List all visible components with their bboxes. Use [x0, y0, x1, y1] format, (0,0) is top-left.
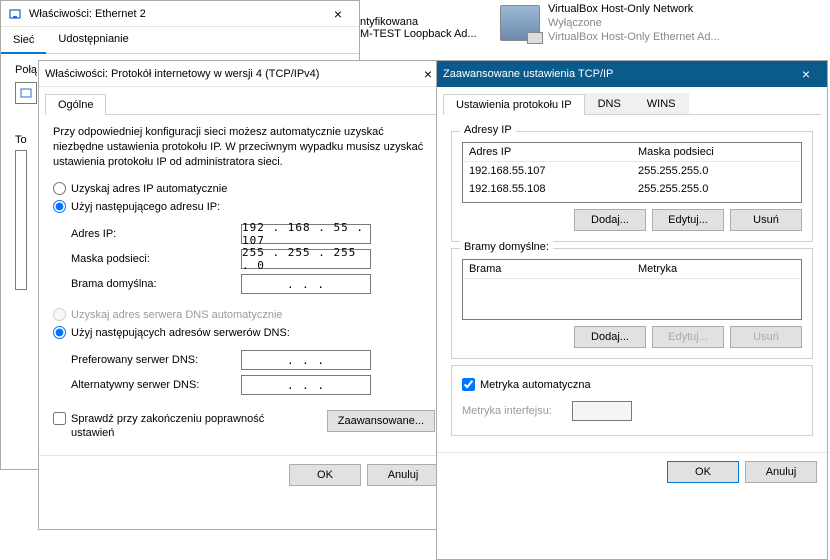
- titlebar[interactable]: Właściwości: Ethernet 2 ×: [1, 1, 359, 27]
- delete-ip-button[interactable]: Usuń: [730, 209, 802, 231]
- tabs: Ustawienia protokołu IP DNS WINS: [443, 93, 821, 115]
- add-gw-button[interactable]: Dodaj...: [574, 326, 646, 348]
- cancel-button[interactable]: Anuluj: [367, 464, 439, 486]
- network-connection-item[interactable]: ntyfikowana M-TEST Loopback Ad... Virtua…: [500, 2, 820, 44]
- ipv4-properties-window: Właściwości: Protokół internetowy w wers…: [38, 60, 450, 530]
- label-mask: Maska podsieci:: [71, 253, 241, 265]
- group-label: Adresy IP: [460, 124, 516, 136]
- tabs: Ogólne: [45, 93, 443, 115]
- radio-dns-auto: Uzyskaj adres serwera DNS automatycznie: [53, 308, 283, 321]
- components-list-partial[interactable]: [15, 150, 27, 290]
- add-ip-button[interactable]: Dodaj...: [574, 209, 646, 231]
- window-title: Właściwości: Ethernet 2: [29, 8, 323, 20]
- ok-button[interactable]: OK: [289, 464, 361, 486]
- input-mask[interactable]: 255 . 255 . 255 . 0: [241, 249, 371, 269]
- tab-dns[interactable]: DNS: [585, 93, 634, 114]
- network-adapter-icon: [500, 5, 540, 41]
- table-row[interactable]: 192.168.55.108255.255.255.0: [463, 180, 801, 198]
- tabs: Sieć Udostępnianie: [1, 27, 359, 54]
- label-dns1: Preferowany serwer DNS:: [71, 354, 241, 366]
- ip-list[interactable]: Adres IP Maska podsieci 192.168.55.10725…: [462, 142, 802, 203]
- col-gateway: Brama: [463, 260, 632, 278]
- body: Przy odpowiedniej konfiguracji sieci moż…: [39, 115, 449, 455]
- advanced-button[interactable]: Zaawansowane...: [327, 410, 435, 432]
- col-ip: Adres IP: [463, 143, 632, 161]
- delete-gw-button: Usuń: [730, 326, 802, 348]
- description-text: Przy odpowiedniej konfiguracji sieci moż…: [53, 125, 435, 170]
- col-mask: Maska podsieci: [632, 143, 801, 161]
- tab-ip-settings[interactable]: Ustawienia protokołu IP: [443, 94, 585, 115]
- body: Adresy IP Adres IP Maska podsieci 192.16…: [437, 115, 827, 452]
- tab-wins[interactable]: WINS: [634, 93, 689, 114]
- gateways-group: Bramy domyślne: Brama Metryka Dodaj... E…: [451, 248, 813, 359]
- tab-sharing[interactable]: Udostępnianie: [46, 27, 140, 53]
- dialog-buttons: OK Anuluj: [39, 455, 449, 494]
- ip-addresses-group: Adresy IP Adres IP Maska podsieci 192.16…: [451, 131, 813, 242]
- check-auto-metric[interactable]: Metryka automatyczna: [462, 378, 591, 391]
- window-title: Właściwości: Protokół internetowy w wers…: [45, 68, 413, 80]
- col-metric: Metryka: [632, 260, 801, 278]
- gw-list[interactable]: Brama Metryka: [462, 259, 802, 320]
- titlebar[interactable]: Właściwości: Protokół internetowy w wers…: [39, 61, 449, 87]
- label-dns2: Alternatywny serwer DNS:: [71, 379, 241, 391]
- input-dns1[interactable]: . . .: [241, 350, 371, 370]
- radio-ip-auto[interactable]: Uzyskaj adres IP automatycznie: [53, 182, 227, 195]
- close-icon[interactable]: ×: [323, 1, 353, 27]
- input-if-metric: [572, 401, 632, 421]
- ok-button[interactable]: OK: [667, 461, 739, 483]
- metric-group: Metryka automatyczna Metryka interfejsu:: [451, 365, 813, 436]
- connection-dropdown-partial[interactable]: [15, 82, 37, 104]
- label-ip: Adres IP:: [71, 228, 241, 240]
- check-validate[interactable]: Sprawdź przy zakończeniu poprawność usta…: [53, 412, 293, 440]
- partial-text: ntyfikowana M-TEST Loopback Ad...: [360, 16, 477, 40]
- tab-general[interactable]: Ogólne: [45, 94, 106, 115]
- cancel-button[interactable]: Anuluj: [745, 461, 817, 483]
- advanced-tcpip-window: Zaawansowane ustawienia TCP/IP × Ustawie…: [436, 60, 828, 560]
- label-if-metric: Metryka interfejsu:: [462, 405, 572, 417]
- edit-gw-button: Edytuj...: [652, 326, 724, 348]
- label-gateway: Brama domyślna:: [71, 278, 241, 290]
- radio-dns-manual[interactable]: Użyj następujących adresów serwerów DNS:: [53, 326, 290, 339]
- input-gateway[interactable]: . . .: [241, 274, 371, 294]
- group-label: Bramy domyślne:: [460, 241, 553, 253]
- dialog-buttons: OK Anuluj: [437, 452, 827, 491]
- input-ip[interactable]: 192 . 168 . 55 . 107: [241, 224, 371, 244]
- titlebar[interactable]: Zaawansowane ustawienia TCP/IP ×: [437, 61, 827, 87]
- ethernet-icon: [7, 6, 23, 22]
- ethernet-small-icon: [20, 87, 32, 99]
- close-icon[interactable]: ×: [791, 61, 821, 87]
- radio-ip-manual[interactable]: Użyj następującego adresu IP:: [53, 200, 220, 213]
- window-title: Zaawansowane ustawienia TCP/IP: [443, 68, 791, 80]
- input-dns2[interactable]: . . .: [241, 375, 371, 395]
- network-connection-text: VirtualBox Host-Only Network Wyłączone V…: [548, 2, 720, 44]
- tab-network[interactable]: Sieć: [1, 28, 46, 54]
- table-row[interactable]: 192.168.55.107255.255.255.0: [463, 162, 801, 180]
- edit-ip-button[interactable]: Edytuj...: [652, 209, 724, 231]
